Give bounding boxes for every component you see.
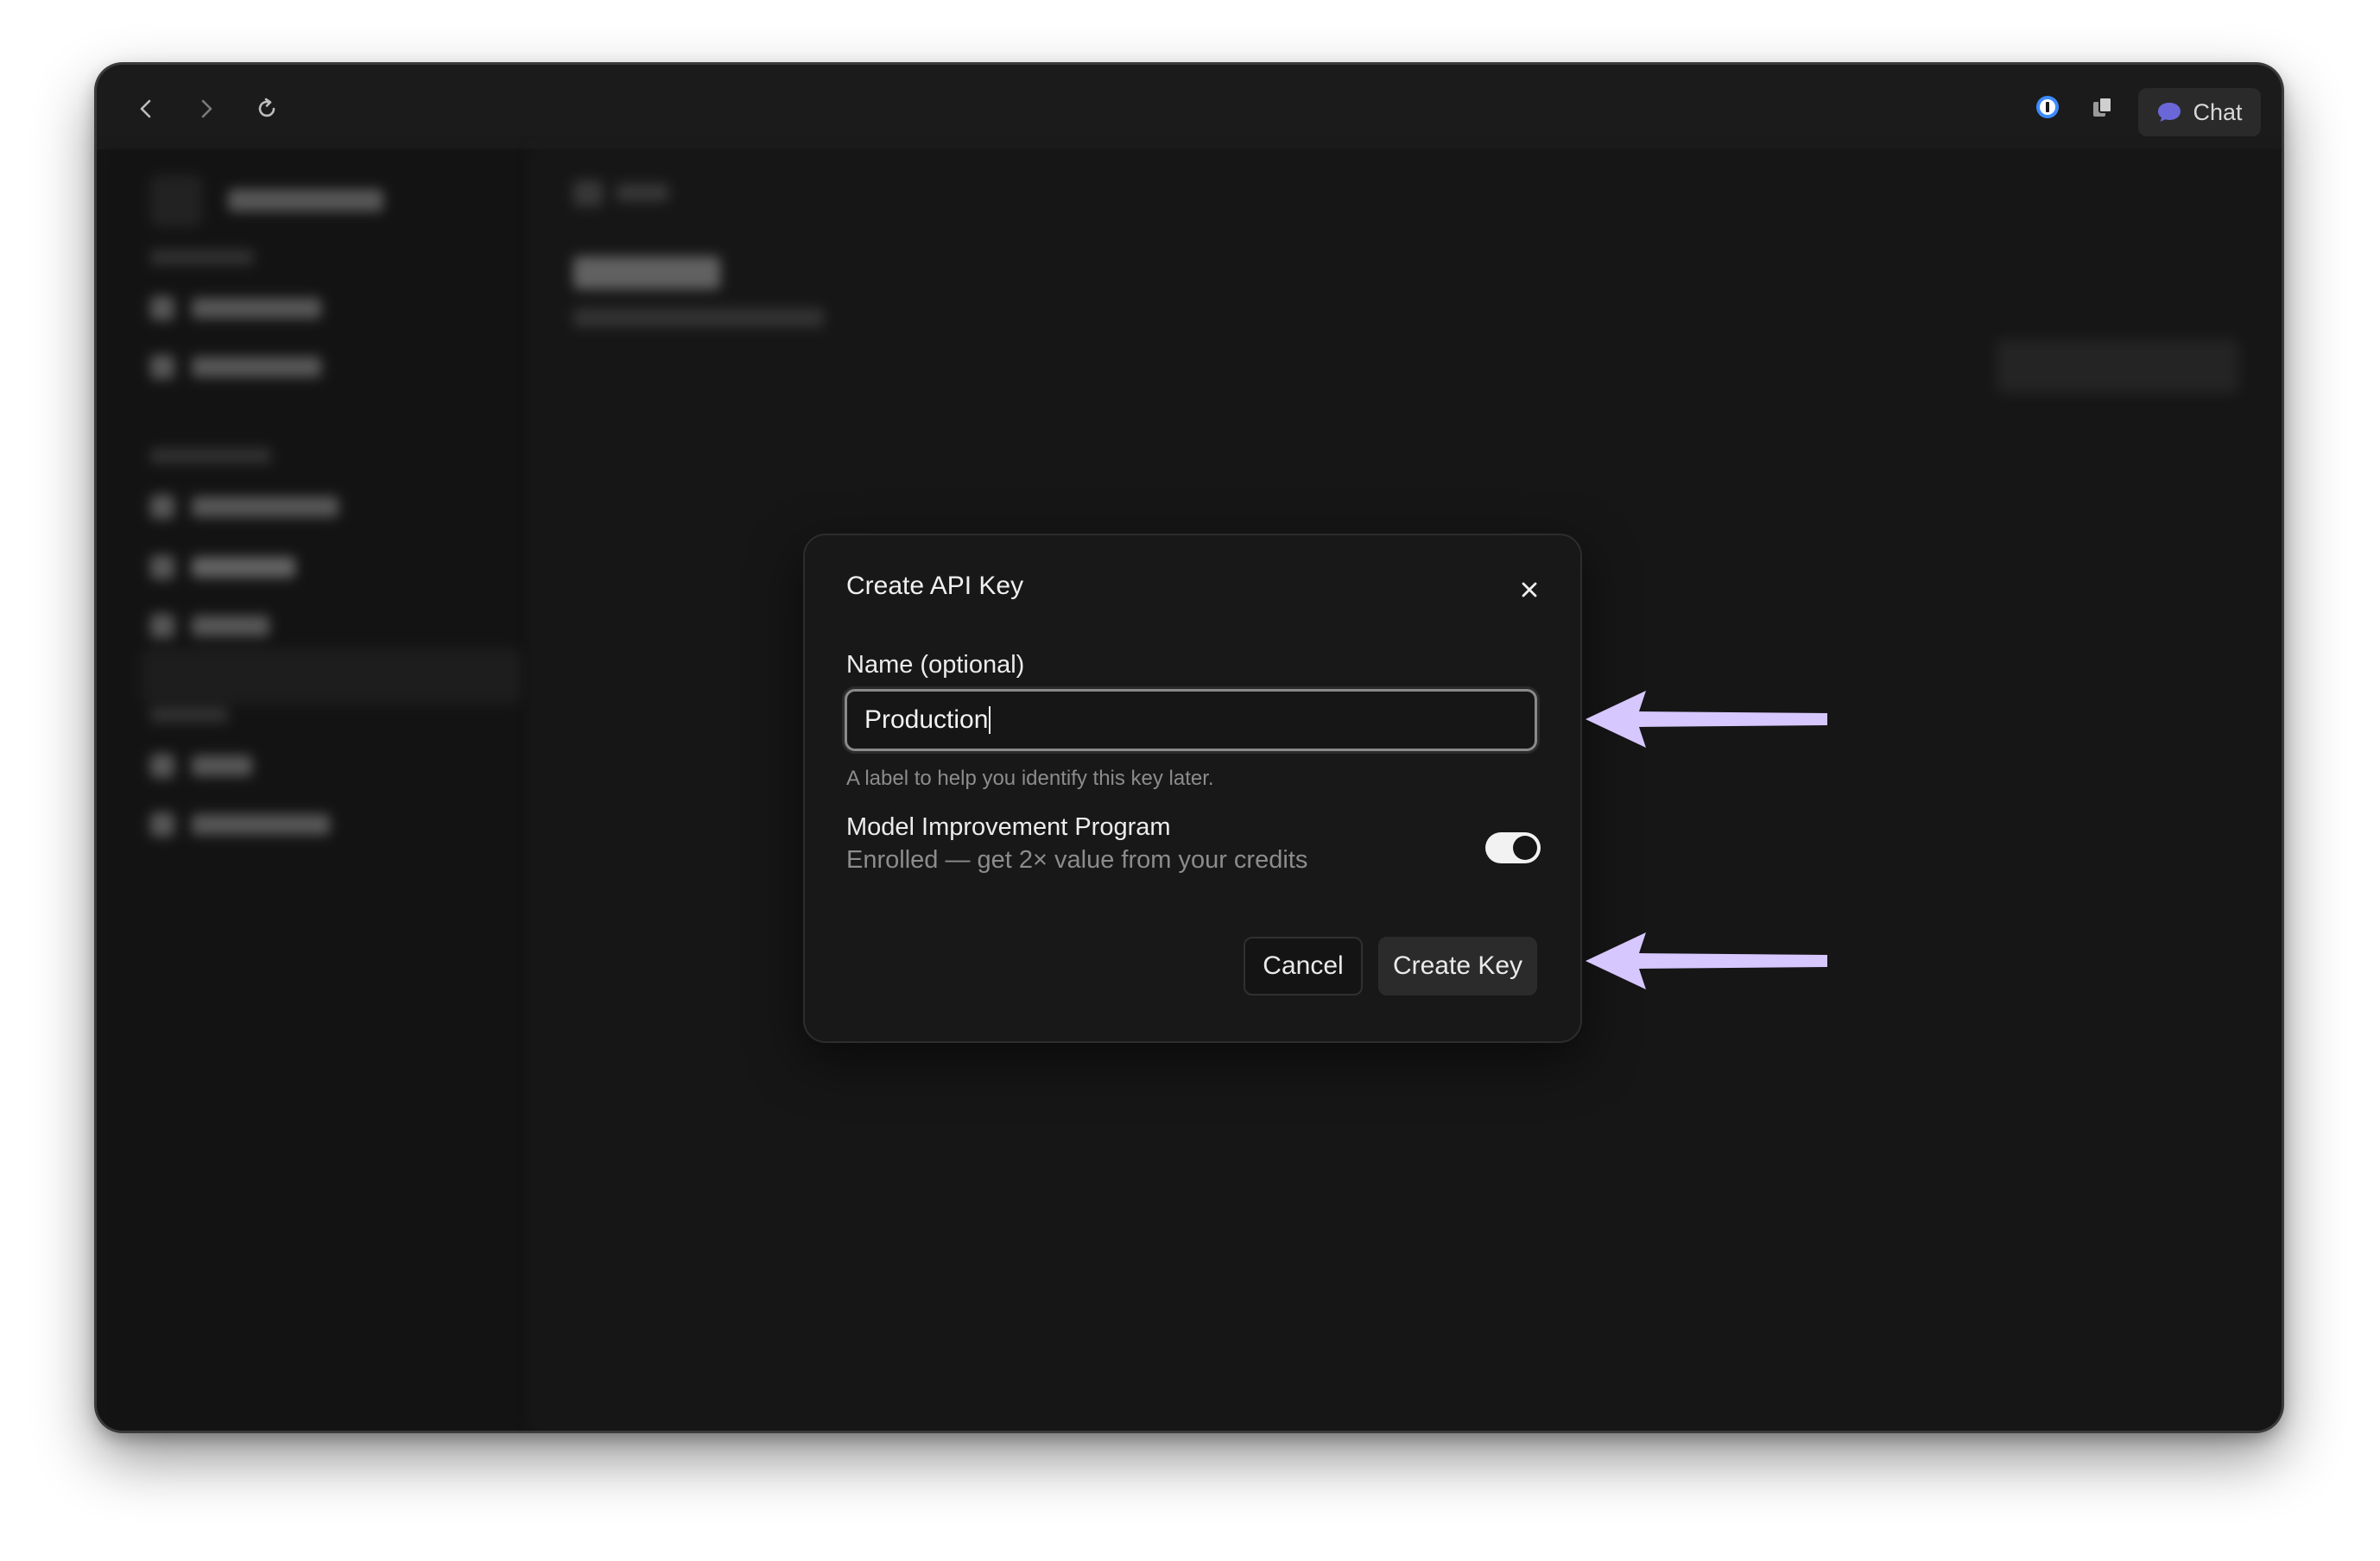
cancel-button[interactable]: Cancel bbox=[1244, 937, 1363, 995]
name-field-hint: A label to help you identify this key la… bbox=[846, 767, 1214, 790]
annotation-arrow-icon bbox=[1586, 691, 1827, 748]
create-key-button[interactable]: Create Key bbox=[1378, 937, 1537, 995]
forward-icon[interactable] bbox=[193, 96, 219, 122]
program-toggle[interactable] bbox=[1485, 832, 1541, 863]
password-manager-icon[interactable] bbox=[2035, 94, 2060, 120]
browser-toolbar: Chat bbox=[97, 65, 2282, 149]
text-caret bbox=[989, 706, 991, 734]
name-input-value: Production bbox=[864, 705, 989, 734]
dialog-title: Create API Key bbox=[846, 572, 1024, 600]
name-field-label: Name (optional) bbox=[846, 651, 1025, 679]
program-title: Model Improvement Program bbox=[846, 813, 1171, 841]
chat-label: Chat bbox=[2193, 98, 2243, 125]
create-api-key-dialog: Create API Key Name (optional) Productio… bbox=[803, 534, 1582, 1043]
program-subtitle: Enrolled — get 2× value from your credit… bbox=[846, 846, 1308, 874]
browser-window: Chat Create API Key Name (optional) Prod… bbox=[97, 65, 2282, 1431]
back-icon[interactable] bbox=[133, 96, 159, 122]
chat-button[interactable]: Chat bbox=[2138, 88, 2261, 136]
name-input[interactable]: Production bbox=[845, 689, 1537, 751]
reload-icon[interactable] bbox=[254, 96, 280, 122]
chat-bubble-icon bbox=[2156, 101, 2182, 123]
toggle-knob bbox=[1513, 836, 1537, 860]
close-icon[interactable] bbox=[1516, 577, 1542, 603]
extensions-icon[interactable] bbox=[2090, 94, 2116, 120]
annotation-arrow-icon bbox=[1586, 932, 1827, 989]
